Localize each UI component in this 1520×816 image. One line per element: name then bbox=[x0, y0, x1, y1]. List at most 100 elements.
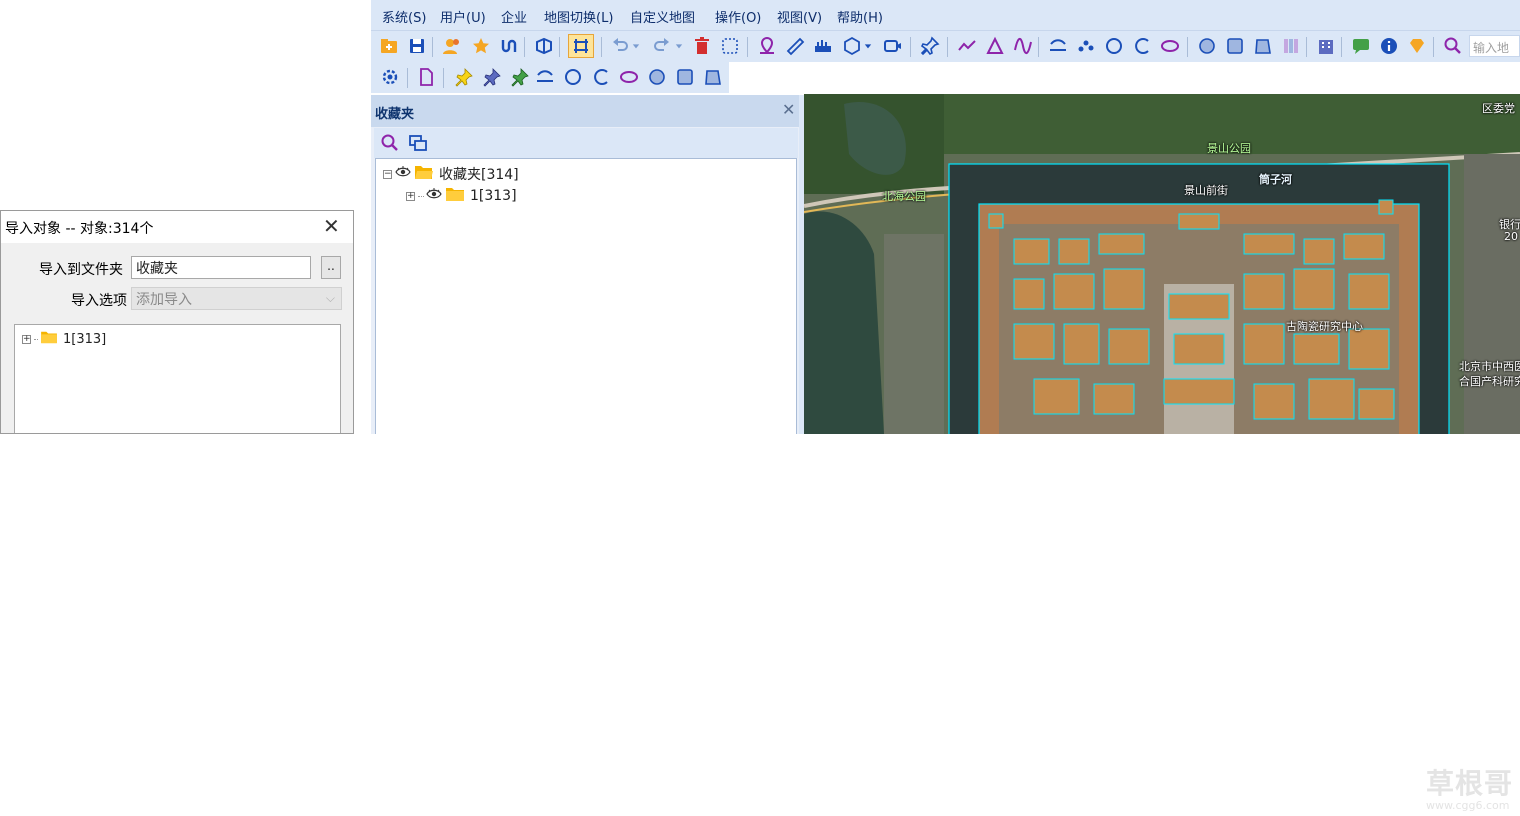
circle-icon[interactable] bbox=[1103, 35, 1125, 57]
3d-icon[interactable] bbox=[533, 35, 555, 57]
ellipse-icon[interactable] bbox=[1159, 35, 1181, 57]
delete-icon[interactable] bbox=[691, 35, 713, 57]
menu-custom-map[interactable]: 自定义地图 bbox=[630, 7, 695, 26]
measure-icon[interactable] bbox=[812, 35, 834, 57]
polygon-fill2-icon[interactable] bbox=[702, 66, 724, 88]
tree-node-label: 收藏夹[314] bbox=[439, 167, 519, 183]
watermark-text: 草根哥 bbox=[1426, 767, 1514, 800]
map-label: 景山公园 bbox=[1207, 142, 1251, 155]
dialog-tree: + 1[313] bbox=[14, 324, 341, 433]
pin-green-icon[interactable] bbox=[509, 66, 531, 88]
circle-fill-icon[interactable] bbox=[1196, 35, 1218, 57]
folder-field[interactable]: 收藏夹 bbox=[131, 256, 311, 279]
dialog-titlebar: 导入对象 -- 对象:314个 ✕ bbox=[1, 211, 353, 243]
dialog-title: 导入对象 -- 对象:314个 bbox=[5, 221, 154, 237]
users-icon[interactable] bbox=[441, 35, 463, 57]
curve-icon[interactable] bbox=[1012, 35, 1034, 57]
cube-dropdown-icon[interactable] bbox=[863, 35, 873, 57]
option-label: 导入选项 bbox=[71, 293, 127, 309]
tree-node-label: 1[313] bbox=[63, 331, 107, 347]
polygon-fill-icon[interactable] bbox=[1252, 35, 1274, 57]
ruler-icon[interactable] bbox=[784, 35, 806, 57]
route-icon[interactable] bbox=[498, 35, 520, 57]
menu-bar: 系统(S) 用户(U) 企业 地图切换(L) 自定义地图 操作(O) 视图(V)… bbox=[371, 0, 1520, 30]
menu-user[interactable]: 用户(U) bbox=[440, 7, 486, 26]
collapse-icon[interactable]: − bbox=[383, 169, 392, 179]
expand-icon[interactable]: + bbox=[22, 334, 31, 344]
pin-blue-icon[interactable] bbox=[481, 66, 503, 88]
select-tool-icon[interactable] bbox=[568, 34, 594, 58]
search-icon[interactable] bbox=[379, 132, 401, 154]
select-rect-icon[interactable] bbox=[719, 35, 741, 57]
close-icon[interactable]: ✕ bbox=[323, 214, 340, 238]
map-label: 合国产科研究 bbox=[1459, 375, 1520, 388]
arc-circle2-icon[interactable] bbox=[590, 66, 612, 88]
angle-icon[interactable] bbox=[984, 35, 1006, 57]
chat-icon[interactable] bbox=[1350, 35, 1372, 57]
favorites-panel: 收藏夹 ✕ − 收藏夹[314] + 1[313] bbox=[371, 95, 801, 434]
tree-node-label: 1[313] bbox=[470, 188, 517, 204]
map-label: 景山前街 bbox=[1184, 184, 1228, 197]
expand-icon[interactable]: + bbox=[406, 191, 415, 201]
info-icon[interactable] bbox=[1378, 35, 1400, 57]
pin-icon[interactable] bbox=[919, 35, 941, 57]
tree-node[interactable]: + 1[313] bbox=[22, 330, 106, 348]
import-option-value: 添加导入 bbox=[136, 292, 192, 308]
menu-help[interactable]: 帮助(H) bbox=[837, 7, 883, 26]
location-icon[interactable] bbox=[756, 35, 778, 57]
columns-icon[interactable] bbox=[1280, 35, 1302, 57]
undo-icon[interactable] bbox=[609, 35, 631, 57]
eye-icon[interactable] bbox=[426, 188, 442, 204]
main-toolbar: 输入地 bbox=[371, 30, 1520, 62]
arc-icon[interactable] bbox=[1047, 35, 1069, 57]
chevron-down-icon: ⌵ bbox=[325, 291, 335, 305]
arc2-icon[interactable] bbox=[534, 66, 556, 88]
close-icon[interactable]: ✕ bbox=[782, 100, 795, 119]
save-icon[interactable] bbox=[406, 35, 428, 57]
import-option-select[interactable]: 添加导入 ⌵ bbox=[131, 287, 342, 310]
menu-map-switch[interactable]: 地图切换(L) bbox=[544, 7, 613, 26]
browse-button[interactable]: .. bbox=[321, 256, 341, 279]
tree-node-child[interactable]: + 1[313] bbox=[406, 186, 517, 206]
map-view[interactable]: 景山公园 北海公园 景山前街 筒子河 古陶瓷研究中心 区委党 北京市中西医 合国… bbox=[804, 94, 1520, 434]
pin-yellow-icon[interactable] bbox=[453, 66, 475, 88]
polyline-icon[interactable] bbox=[956, 35, 978, 57]
menu-system[interactable]: 系统(S) bbox=[382, 7, 426, 26]
watermark-url: www.cgg6.com bbox=[1426, 799, 1510, 812]
tree-node-root[interactable]: − 收藏夹[314] bbox=[383, 164, 519, 184]
arc-circle-icon[interactable] bbox=[1131, 35, 1153, 57]
gem-icon[interactable] bbox=[1406, 35, 1428, 57]
favorites-tree: − 收藏夹[314] + 1[313] bbox=[375, 158, 797, 434]
search-input[interactable]: 输入地 bbox=[1469, 35, 1520, 57]
circle-fill2-icon[interactable] bbox=[646, 66, 668, 88]
copy-windows-icon[interactable] bbox=[407, 132, 429, 154]
folder-label: 导入到文件夹 bbox=[39, 262, 123, 278]
settings-gear-icon[interactable] bbox=[379, 66, 401, 88]
menu-view[interactable]: 视图(V) bbox=[777, 7, 822, 26]
document-icon[interactable] bbox=[415, 66, 437, 88]
folder-open-icon bbox=[414, 164, 434, 184]
building-icon[interactable] bbox=[1315, 35, 1337, 57]
folder-icon bbox=[445, 186, 465, 206]
map-label: 20 bbox=[1504, 230, 1518, 243]
circle2-icon[interactable] bbox=[562, 66, 584, 88]
menu-enterprise[interactable]: 企业 bbox=[501, 7, 527, 26]
undo-dropdown-icon[interactable] bbox=[631, 35, 641, 57]
search-icon[interactable] bbox=[1442, 35, 1464, 57]
eye-icon[interactable] bbox=[395, 166, 411, 182]
favorites-panel-title: 收藏夹 bbox=[375, 107, 415, 122]
import-dialog: 导入对象 -- 对象:314个 ✕ 导入到文件夹 收藏夹 .. 导入选项 添加导… bbox=[0, 210, 354, 434]
ellipse2-icon[interactable] bbox=[618, 66, 640, 88]
menu-operation[interactable]: 操作(O) bbox=[715, 7, 761, 26]
rect-fill-icon[interactable] bbox=[1224, 35, 1246, 57]
rect-fill2-icon[interactable] bbox=[674, 66, 696, 88]
star-icon[interactable] bbox=[470, 35, 492, 57]
cube-icon[interactable] bbox=[841, 35, 863, 57]
redo-dropdown-icon[interactable] bbox=[674, 35, 684, 57]
open-icon[interactable] bbox=[378, 35, 400, 57]
map-label: 筒子河 bbox=[1259, 173, 1292, 186]
points-icon[interactable] bbox=[1075, 35, 1097, 57]
video-icon[interactable] bbox=[882, 35, 904, 57]
map-label: 古陶瓷研究中心 bbox=[1286, 320, 1363, 333]
redo-icon[interactable] bbox=[651, 35, 673, 57]
